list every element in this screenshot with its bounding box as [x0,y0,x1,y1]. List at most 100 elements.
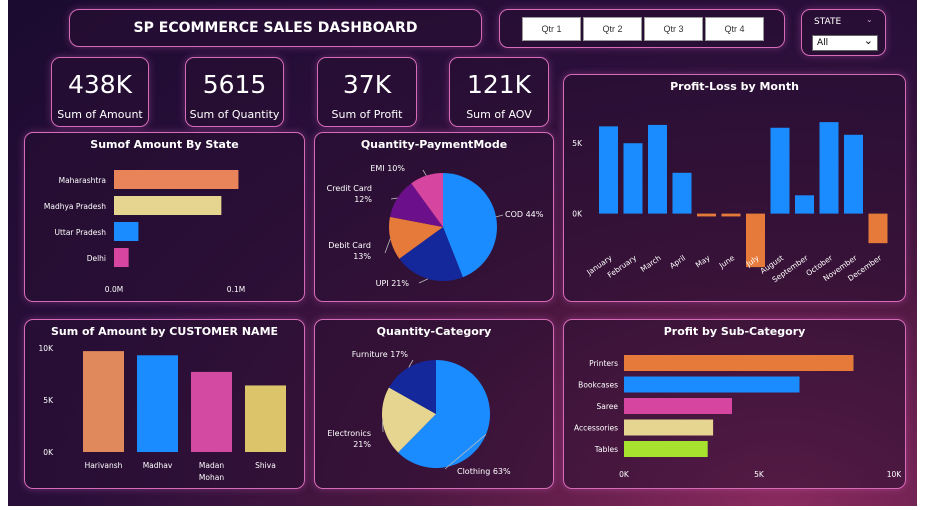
bar [721,213,741,217]
x-tick-label: 0K [619,470,630,479]
kpi-card-amount: 438K Sum of Amount [51,57,149,127]
bar [624,376,800,393]
panel-profit-month: Profit-Loss by Month 0K 5K January February… [563,74,906,302]
qtr-3-button[interactable]: Qtr 3 [644,17,703,41]
panel-category: Quantity-Category Clothing 63% Electronic… [314,319,554,489]
category-label: Accessories [574,424,618,433]
slice-label: Clothing 63% [457,467,511,476]
bar [624,398,732,414]
x-tick-label: 5K [754,470,765,479]
panel-customer: Sum of Amount by CUSTOMER NAME 0K 5K 10K Ha… [24,319,305,489]
slice-label: COD 44% [505,210,544,219]
state-dropdown[interactable]: All ⌄ [812,34,878,51]
bar [114,248,129,267]
quarter-slicer: Qtr 1 Qtr 2 Qtr 3 Qtr 4 [499,9,785,48]
page-title: SP ECOMMERCE SALES DASHBOARD [133,20,418,36]
bar [624,355,854,371]
profit-month-bar-chart: 0K5KJanuaryFebruary March April May June July… [572,122,888,284]
kpi-label: Sum of AOV [466,108,532,121]
bar [191,371,232,452]
x-tick-label: 0.1M [227,285,245,294]
y-tick-label: 0K [572,210,583,219]
leader-line [390,197,398,200]
y-tick-label: 10K [39,344,55,353]
x-tick-label: 0.0M [105,285,123,294]
kpi-label: Sum of Amount [57,108,143,121]
customer-bar-chart: 0K 5K 10K Harivansh Madhav Madan Mohan Shiva [39,344,286,482]
x-tick-label: 10K [887,470,903,479]
chevron-down-icon: ⌄ [866,15,873,24]
leader-line [422,169,427,176]
y-tick-label: 5K [43,396,54,405]
bar [114,170,239,189]
category-label: Bookcases [578,381,618,390]
leader-line [418,278,429,284]
subcat-bar-chart: Printers Bookcases Saree Accessories Tables 0… [574,355,903,479]
category-label: Maharashtra [59,176,106,185]
bar [844,134,863,214]
state-dropdown-value: All [817,38,829,48]
x-tick-label: Mohan [199,473,224,482]
qtr-2-button[interactable]: Qtr 2 [583,17,642,41]
panel-payment: Quantity-PaymentMode COD 44% UPI 21% Debit… [314,132,554,302]
slice-label: Credit Card [327,184,372,193]
slice-label: Electronics [327,429,371,438]
bar [114,196,222,215]
bar [83,351,124,452]
slice-label: Furniture 17% [352,350,409,359]
slice-label: 13% [353,252,371,261]
category-label: Delhi [87,254,106,263]
slice-label: Debit Card [328,241,371,250]
qtr-4-button[interactable]: Qtr 4 [705,17,764,41]
bar [114,222,139,241]
category-label: Saree [596,402,618,411]
state-slicer-label: STATE [814,17,842,27]
bar [795,195,814,214]
category-pie-chart: Clothing 63% Electronics 21% Furniture 17% [327,350,511,476]
y-tick-label: 0K [43,448,54,457]
category-label: Printers [589,359,618,368]
qtr-1-button[interactable]: Qtr 1 [522,17,581,41]
bar [697,213,716,217]
payment-pie-chart: COD 44% UPI 21% Debit Card 13% Credit Card 12… [327,164,544,288]
slice-label: 12% [354,195,372,204]
panel-subcat: Profit by Sub-Category Printers Bookcases… [563,319,906,489]
bar [623,143,643,214]
bar [624,419,714,436]
category-label: Uttar Pradesh [54,228,106,237]
x-tick-label: Shiva [255,461,276,470]
slice-label: EMI 10% [370,164,405,173]
x-tick-label: Madan [199,461,224,470]
x-tick-label: June [717,253,737,271]
bar [770,127,790,214]
kpi-card-profit: 37K Sum of Profit [317,57,417,127]
category-label: Tables [594,445,618,454]
slice-label: UPI 21% [376,279,410,288]
x-tick-label: March [639,253,663,274]
panel-state: Sumof Amount By State Maharashtra Madhya … [24,132,305,302]
category-label: Madhya Pradesh [44,202,106,211]
x-tick-label: April [668,253,687,270]
leader-line [495,214,504,218]
dashboard-canvas: SP ECOMMERCE SALES DASHBOARD Qtr 1 Qtr 2… [8,0,917,506]
kpi-label: Sum of Quantity [189,108,280,121]
state-bar-chart: Maharashtra Madhya Pradesh Uttar Pradesh De… [44,170,245,294]
slice-label: 21% [353,440,371,449]
kpi-value: 438K [67,70,133,99]
kpi-label: Sum of Profit [331,108,403,121]
bar [599,126,618,214]
bar [672,172,692,214]
leader-line [384,238,391,254]
chevron-down-icon: ⌄ [863,34,873,47]
bar [868,213,888,244]
y-tick-label: 5K [572,139,583,148]
bar [137,355,178,452]
kpi-card-aov: 121K Sum of AOV [449,57,549,127]
x-tick-label: Madhav [143,461,173,470]
bar [245,385,286,452]
kpi-value: 121K [466,70,532,99]
kpi-value: 37K [342,70,392,99]
x-tick-label: May [694,253,712,270]
bar [819,122,839,214]
bar [648,124,667,214]
